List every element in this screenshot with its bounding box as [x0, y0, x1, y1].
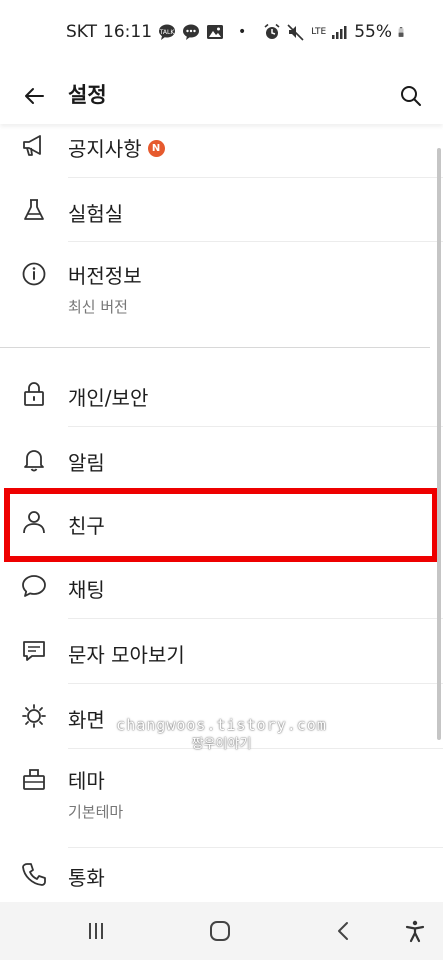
talk-icon: TALK: [159, 24, 176, 40]
setting-item-call[interactable]: 통화: [0, 848, 430, 902]
theme-icon: [20, 765, 48, 793]
svg-text:TALK: TALK: [159, 29, 176, 36]
battery-icon: [398, 27, 404, 37]
search-icon: [401, 86, 421, 106]
setting-sublabel: 기본테마: [68, 803, 124, 821]
page-title: 설정: [68, 83, 107, 107]
network-type: LTE: [311, 26, 327, 37]
setting-label: 통화: [68, 866, 105, 890]
settings-list[interactable]: 공지사항 N 실험실 버전정보 최신 버전 개인/보안 알림 친구 채팅 문자 …: [0, 124, 443, 902]
setting-label: 테마: [68, 769, 105, 793]
app-bar: 설정: [0, 66, 443, 124]
display-icon: [20, 702, 48, 730]
setting-item-privacy[interactable]: 개인/보안: [0, 362, 430, 426]
back-button[interactable]: [14, 76, 54, 116]
flask-icon: [20, 196, 48, 224]
setting-label: 개인/보안: [68, 386, 149, 410]
phone-icon: [20, 860, 48, 888]
setting-item-sms[interactable]: 문자 모아보기: [0, 619, 430, 683]
setting-label: 채팅: [68, 578, 105, 602]
nav-back-button[interactable]: [324, 911, 364, 951]
message-box-icon: [20, 637, 48, 665]
setting-item-version[interactable]: 버전정보 최신 버전: [0, 242, 430, 346]
setting-item-notice[interactable]: 공지사항 N: [0, 124, 430, 178]
setting-item-display[interactable]: 화면: [0, 684, 430, 748]
speech-bubble-icon: [20, 572, 48, 600]
mute-icon: [287, 24, 304, 41]
setting-label: 화면: [68, 708, 105, 732]
setting-item-friends[interactable]: 친구: [0, 492, 430, 556]
arrow-left-icon: [25, 88, 44, 104]
setting-label: 실험실: [68, 202, 124, 226]
setting-label: 문자 모아보기: [68, 643, 185, 667]
setting-item-chat[interactable]: 채팅: [0, 554, 430, 618]
carrier-label: SKT: [66, 22, 98, 42]
accessibility-icon: [405, 920, 425, 943]
setting-item-lab[interactable]: 실험실: [0, 178, 430, 242]
notification-dot: •: [238, 24, 247, 40]
accessibility-button[interactable]: [395, 911, 435, 951]
status-bar: SKT 16:11 TALK • LTE 55%: [0, 0, 443, 66]
new-badge: N: [147, 140, 165, 157]
setting-sublabel: 최신 버전: [68, 298, 128, 316]
setting-label: 버전정보: [68, 264, 142, 288]
scrollbar[interactable]: [437, 148, 441, 740]
clock: 16:11: [103, 22, 153, 42]
setting-label: 알림: [68, 451, 105, 475]
navigation-bar: [0, 902, 443, 960]
setting-item-theme[interactable]: 테마 기본테마: [0, 749, 430, 847]
recent-apps-button[interactable]: [76, 911, 116, 951]
lock-icon: [20, 380, 48, 408]
battery-percent: 55%: [354, 22, 392, 42]
recent-apps-icon: [89, 923, 103, 939]
setting-label: 친구: [68, 514, 105, 538]
search-button[interactable]: [391, 76, 431, 116]
section-divider: [0, 347, 430, 348]
info-icon: [20, 260, 48, 288]
bell-icon: [20, 445, 48, 473]
setting-item-notification[interactable]: 알림: [0, 427, 430, 491]
status-right: LTE 55%: [263, 22, 409, 42]
status-left: SKT 16:11 TALK •: [66, 22, 246, 42]
person-icon: [20, 508, 48, 536]
gallery-icon: [207, 25, 224, 39]
home-icon: [210, 921, 230, 941]
megaphone-icon: [20, 132, 48, 160]
alarm-icon: [264, 23, 280, 39]
signal-icon: [332, 26, 347, 39]
back-icon: [338, 922, 348, 940]
home-button[interactable]: [200, 911, 240, 951]
setting-label: 공지사항: [68, 137, 142, 161]
chat-bubble-icon: [183, 24, 200, 40]
